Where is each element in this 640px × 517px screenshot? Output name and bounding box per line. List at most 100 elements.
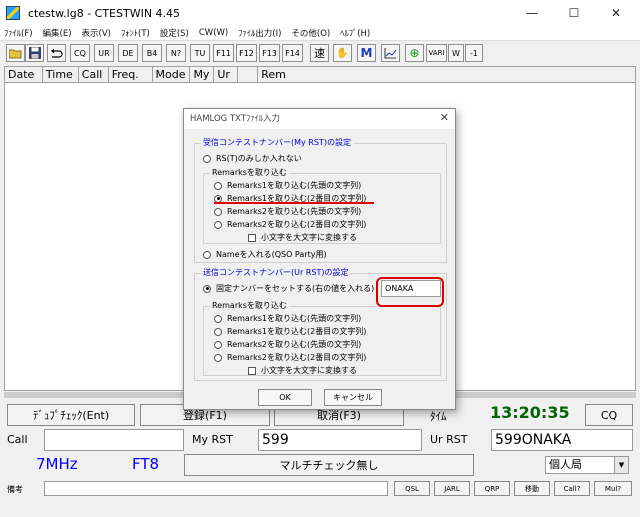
menu-file-output[interactable]: ﾌｧｲﾙ出力(I) [238, 27, 281, 39]
mul-query-button[interactable]: Mul? [594, 481, 632, 496]
menu-help[interactable]: ﾍﾙﾌﾟ(H) [340, 27, 370, 39]
col-rem[interactable]: Rem [258, 67, 635, 82]
radio-icon[interactable] [214, 220, 222, 229]
tu-key-button[interactable]: TU [190, 44, 210, 62]
w-button[interactable]: W [448, 44, 464, 62]
station-select[interactable]: 個人局 ▼ [545, 456, 629, 474]
send-uppercase-option[interactable]: 小文字を大文字に変換する [248, 365, 357, 376]
recv-remarks2-second-label: Remarks2を取り込む(2番目の文字列) [227, 220, 367, 229]
dialog-close-icon[interactable]: ✕ [440, 111, 449, 124]
chevron-down-icon[interactable]: ▼ [614, 457, 628, 473]
dupe-check-button[interactable]: ﾃﾞｭﾌﾟﾁｪｯｸ(Ent) [7, 404, 135, 426]
qrp-button[interactable]: QRP [474, 481, 510, 496]
target-icon[interactable]: ⊕ [405, 44, 424, 62]
send-fixed-option[interactable]: 固定ナンバーをセットする(右の値を入れる) [203, 283, 374, 294]
f11-key-button[interactable]: F11 [213, 44, 234, 62]
remarks-input[interactable] [44, 481, 388, 496]
radio-icon[interactable] [203, 250, 211, 259]
multi-check-button[interactable]: マルチチェック無し [184, 454, 474, 476]
recv-remarks2-second-option[interactable]: Remarks2を取り込む(2番目の文字列) [214, 219, 366, 230]
recv-group-title: 受信コンテストナンバー(My RST)の設定 [201, 138, 353, 148]
m-button[interactable]: M [357, 44, 376, 62]
col-ur[interactable]: Ur [214, 67, 239, 82]
menu-cw[interactable]: CW(W) [199, 28, 228, 38]
vari-button[interactable]: VARI [426, 44, 447, 62]
close-button[interactable]: ✕ [596, 0, 636, 26]
ur-rst-input[interactable]: 599ONAKA [491, 429, 633, 451]
col-date[interactable]: Date [5, 67, 43, 82]
maximize-button[interactable]: ☐ [554, 0, 594, 26]
col-my[interactable]: My [190, 67, 215, 82]
menu-view[interactable]: 表示(V) [82, 27, 111, 39]
radio-icon[interactable] [214, 340, 222, 349]
minus-one-button[interactable]: -1 [465, 44, 483, 62]
send-remarks2-first-option[interactable]: Remarks2を取り込む(先頭の文字列) [214, 339, 361, 350]
graph-icon[interactable] [381, 44, 400, 62]
f12-key-button[interactable]: F12 [236, 44, 257, 62]
radio-icon[interactable] [214, 327, 222, 336]
recv-remarks2-first-option[interactable]: Remarks2を取り込む(先頭の文字列) [214, 206, 361, 217]
recv-remarks-group: Remarksを取り込む Remarks1を取り込む(先頭の文字列) Remar… [203, 168, 441, 244]
radio-icon[interactable] [214, 181, 222, 190]
ur-key-button[interactable]: UR [94, 44, 114, 62]
send-fixed-label: 固定ナンバーをセットする(右の値を入れる) [216, 284, 375, 293]
menu-edit[interactable]: 編集(E) [43, 27, 72, 39]
radio-icon[interactable] [214, 314, 222, 323]
b4-key-button[interactable]: B4 [142, 44, 162, 62]
cq-key-button[interactable]: CQ [70, 44, 90, 62]
col-freq[interactable]: Freq. [109, 67, 153, 82]
title-bar: ctestw.lg8 - CTESTWIN 4.45 — ☐ ✕ [0, 0, 640, 26]
qsl-button[interactable]: QSL [394, 481, 430, 496]
send-remarks1-second-option[interactable]: Remarks1を取り込む(2番目の文字列) [214, 326, 366, 337]
time-label: ﾀｲﾑ [430, 410, 447, 423]
hand-icon[interactable]: ✋ [333, 44, 352, 62]
ok-button[interactable]: OK [258, 389, 312, 406]
radio-icon[interactable] [214, 207, 222, 216]
radio-selected-icon[interactable] [203, 284, 211, 293]
my-rst-input[interactable]: 599 [258, 429, 422, 451]
menu-font[interactable]: ﾌｫﾝﾄ(T) [121, 27, 150, 39]
recv-rst-only-label: RS(T)のみしか入れない [216, 154, 302, 163]
f14-key-button[interactable]: F14 [282, 44, 303, 62]
red-underline-annotation [214, 202, 374, 204]
recv-name-option[interactable]: Nameを入れる(QSO Party用) [203, 249, 327, 260]
col-time[interactable]: Time [43, 67, 79, 82]
recv-uppercase-option[interactable]: 小文字を大文字に変換する [248, 232, 357, 243]
cq-button[interactable]: CQ [585, 404, 633, 426]
station-value: 個人局 [549, 458, 582, 471]
col-call[interactable]: Call [79, 67, 109, 82]
menu-file[interactable]: ﾌｧｲﾙ(F) [4, 27, 33, 39]
radio-icon[interactable] [214, 353, 222, 362]
save-disk-icon[interactable] [25, 44, 44, 62]
minimize-button[interactable]: — [512, 0, 552, 26]
call-query-button[interactable]: Call? [554, 481, 590, 496]
send-remarks2-second-option[interactable]: Remarks2を取り込む(2番目の文字列) [214, 352, 366, 363]
menu-settings[interactable]: 設定(S) [160, 27, 189, 39]
de-key-button[interactable]: DE [118, 44, 138, 62]
radio-icon[interactable] [203, 154, 211, 163]
recv-name-label: Nameを入れる(QSO Party用) [216, 250, 327, 259]
call-input[interactable] [44, 429, 184, 451]
portable-button[interactable]: 移動 [514, 481, 550, 496]
jarl-button[interactable]: JARL [434, 481, 470, 496]
menu-other[interactable]: その他(O) [291, 27, 330, 39]
n-question-key-button[interactable]: N? [166, 44, 186, 62]
menu-bar: ﾌｧｲﾙ(F) 編集(E) 表示(V) ﾌｫﾝﾄ(T) 設定(S) CW(W) … [0, 26, 640, 41]
f13-key-button[interactable]: F13 [259, 44, 280, 62]
open-folder-icon[interactable] [6, 44, 25, 62]
recv-remarks-title: Remarksを取り込む [210, 168, 289, 178]
toolbar: CQ UR DE B4 N? TU F11 F12 F13 F14 速 ✋ M … [0, 42, 640, 64]
dialog-cancel-button[interactable]: キャンセル [324, 389, 382, 406]
undo-icon[interactable] [47, 44, 66, 62]
recv-rst-only-option[interactable]: RS(T)のみしか入れない [203, 153, 302, 164]
col-blank[interactable] [238, 67, 259, 82]
app-icon [6, 6, 20, 20]
recv-uppercase-label: 小文字を大文字に変換する [261, 233, 357, 242]
send-remarks1-first-option[interactable]: Remarks1を取り込む(先頭の文字列) [214, 313, 361, 324]
checkbox-icon[interactable] [248, 233, 256, 242]
checkbox-icon[interactable] [248, 366, 256, 375]
recv-remarks1-first-option[interactable]: Remarks1を取り込む(先頭の文字列) [214, 180, 361, 191]
speed-button[interactable]: 速 [310, 44, 329, 62]
col-mode[interactable]: Mode [153, 67, 191, 82]
recv-remarks2-first-label: Remarks2を取り込む(先頭の文字列) [227, 207, 362, 216]
